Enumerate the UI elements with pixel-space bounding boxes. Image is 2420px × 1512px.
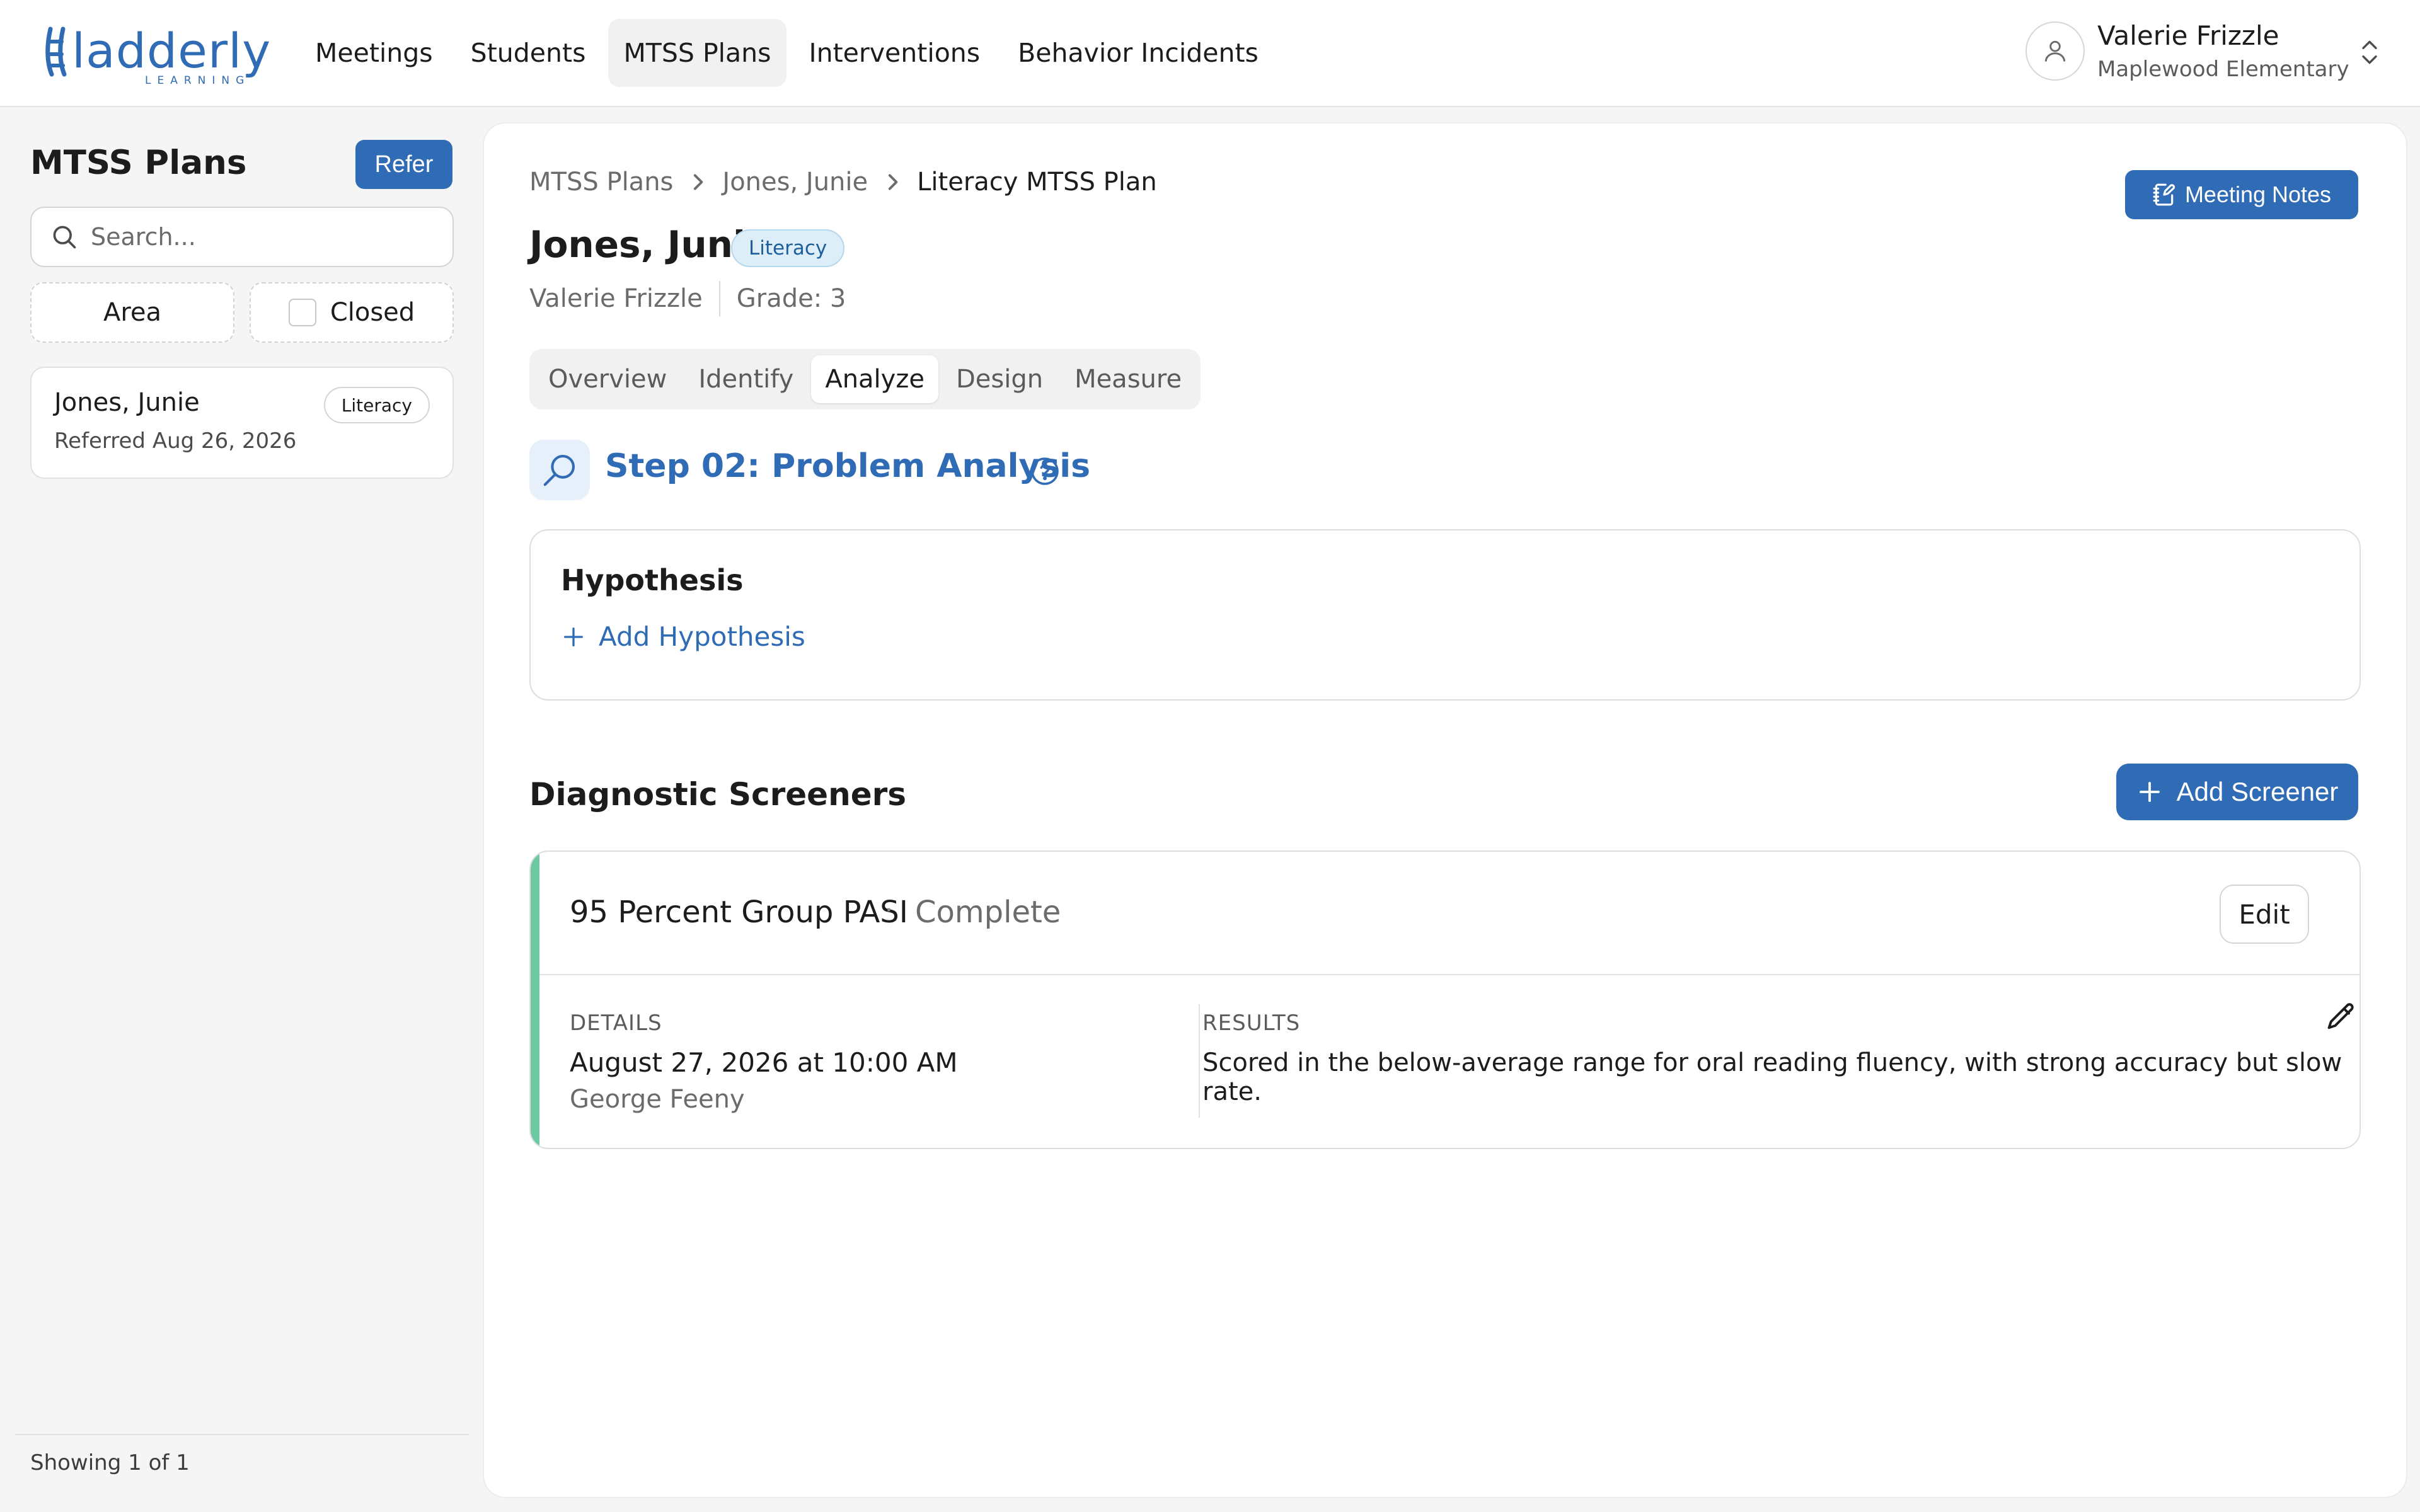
details-label: DETAILS (570, 1011, 662, 1036)
plan-referred-date: Referred Aug 26, 2026 (54, 428, 297, 454)
main-nav: Meetings Students MTSS Plans Interventio… (300, 19, 1274, 87)
hypothesis-card: Hypothesis Add Hypothesis (529, 529, 2361, 701)
add-hypothesis-button[interactable]: Add Hypothesis (561, 621, 805, 652)
search-box (30, 207, 454, 267)
plus-icon (2139, 782, 2160, 802)
top-navigation: ladderly LEARNING Meetings Students MTSS… (0, 0, 2420, 107)
sidebar-title: MTSS Plans (30, 144, 247, 182)
plus-icon (564, 627, 583, 646)
screener-separator: · (885, 896, 893, 925)
student-teacher: Valerie Frizzle (529, 284, 703, 313)
screener-card: 95 Percent Group PASI · Complete Edit DE… (529, 850, 2361, 1149)
meta-divider (718, 281, 720, 316)
refer-button[interactable]: Refer (355, 140, 452, 189)
tab-design[interactable]: Design (942, 355, 1057, 403)
breadcrumb-current: Literacy MTSS Plan (917, 168, 1157, 197)
nav-students[interactable]: Students (456, 19, 601, 87)
plan-area-badge: Literacy (323, 387, 430, 423)
search-icon (53, 226, 76, 249)
student-grade: Grade: 3 (736, 284, 846, 313)
sidebar: MTSS Plans Refer Area Closed Jones, Juni… (0, 108, 484, 1512)
magnifier-icon (543, 454, 575, 486)
brand-name: ladderly (72, 23, 272, 79)
plan-list-item[interactable]: Jones, Junie Literacy Referred Aug 26, 2… (30, 367, 454, 479)
tab-identify[interactable]: Identify (684, 355, 807, 403)
user-icon (2044, 40, 2066, 62)
step-title: Step 02: Problem Analysis (605, 447, 1091, 485)
results-label: RESULTS (1202, 1011, 1301, 1036)
main-panel: MTSS Plans Jones, Junie Literacy MTSS Pl… (484, 123, 2406, 1497)
nav-mtss-plans[interactable]: MTSS Plans (608, 19, 786, 87)
screener-header: 95 Percent Group PASI · Complete Edit (539, 852, 2360, 975)
student-meta: Valerie Frizzle Grade: 3 (529, 281, 846, 316)
add-hypothesis-label: Add Hypothesis (599, 621, 805, 652)
hypothesis-title: Hypothesis (561, 563, 744, 597)
pencil-icon[interactable] (2324, 1000, 2357, 1033)
diagnostic-screeners-title: Diagnostic Screeners (529, 776, 907, 813)
search-input[interactable] (91, 223, 444, 251)
tab-measure[interactable]: Measure (1061, 355, 1196, 403)
user-school: Maplewood Elementary (2097, 57, 2349, 82)
nav-behavior-incidents[interactable]: Behavior Incidents (1003, 19, 1274, 87)
help-circle-icon[interactable] (1030, 456, 1060, 486)
closed-checkbox[interactable] (288, 299, 316, 326)
plan-student-name: Jones, Junie (54, 388, 200, 417)
filter-closed[interactable]: Closed (250, 282, 454, 343)
notebook-pen-icon (2153, 183, 2175, 206)
screener-status: Complete (915, 895, 1061, 930)
screener-date: August 27, 2026 at 10:00 AM (570, 1047, 958, 1078)
brand-subtitle: LEARNING (145, 74, 251, 87)
add-screener-label: Add Screener (2176, 777, 2339, 806)
tab-overview[interactable]: Overview (534, 355, 681, 403)
nav-interventions[interactable]: Interventions (794, 19, 996, 87)
sidebar-footer: Showing 1 of 1 (15, 1434, 469, 1475)
user-name: Valerie Frizzle (2097, 20, 2279, 51)
filter-closed-label: Closed (330, 298, 415, 327)
nav-meetings[interactable]: Meetings (300, 19, 448, 87)
add-screener-button[interactable]: Add Screener (2116, 764, 2358, 820)
breadcrumb-mtss-plans[interactable]: MTSS Plans (529, 168, 673, 197)
screener-name: 95 Percent Group PASI (570, 895, 908, 930)
area-badge: Literacy (731, 229, 845, 267)
results-text: Scored in the below-average range for or… (1202, 1048, 2342, 1106)
chevrons-up-down-icon (2362, 40, 2377, 64)
user-menu[interactable]: Valerie Frizzle Maplewood Elementary (2023, 19, 2395, 88)
step-icon-box (529, 440, 590, 500)
edit-screener-button[interactable]: Edit (2220, 885, 2309, 944)
chevron-right-icon (884, 171, 901, 193)
filter-area[interactable]: Area (30, 282, 234, 343)
status-accent-bar (531, 852, 539, 1148)
chevron-right-icon (689, 171, 706, 193)
details-divider (1199, 1004, 1200, 1118)
tab-analyze[interactable]: Analyze (811, 355, 938, 403)
screener-person: George Feeny (570, 1085, 745, 1114)
plan-tabs: Overview Identify Analyze Design Measure (529, 349, 1201, 410)
breadcrumb-student[interactable]: Jones, Junie (722, 168, 868, 197)
brand-logo[interactable]: ladderly LEARNING (44, 23, 270, 87)
avatar (2025, 21, 2085, 81)
breadcrumb: MTSS Plans Jones, Junie Literacy MTSS Pl… (529, 168, 1157, 197)
meeting-notes-label: Meeting Notes (2184, 181, 2332, 207)
ladder-icon (45, 26, 67, 77)
meeting-notes-button[interactable]: Meeting Notes (2125, 170, 2358, 219)
